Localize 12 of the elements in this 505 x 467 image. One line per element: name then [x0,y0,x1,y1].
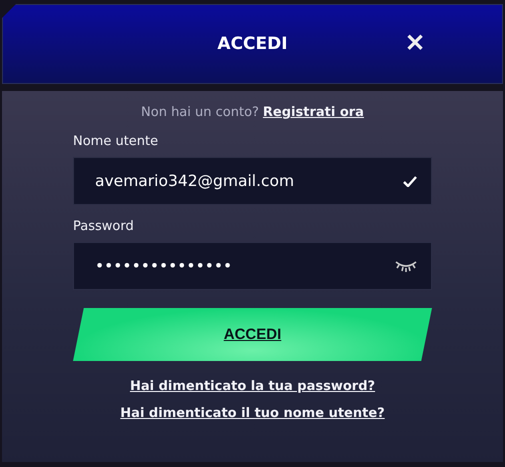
username-label: Nome utente [73,134,160,149]
password-label: Password [73,219,135,234]
signup-link[interactable]: Registrati ora [262,105,364,120]
password-field[interactable]: ••••••••••••••• [73,242,432,290]
help-link[interactable]: Hai dimenticato la tua password? [130,379,376,394]
help-link[interactable]: Hai dimenticato il tuo nome utente? [120,406,385,421]
dialog-title: ACCEDI [217,34,288,54]
username-field[interactable]: avemario342@gmail.com [73,157,432,205]
closed-eye-icon[interactable] [395,260,417,272]
login-button[interactable]: ACCEDI [73,308,432,361]
close-button[interactable]: ✕ [401,27,429,60]
signup-prompt: Non hai un conto? [141,105,259,120]
